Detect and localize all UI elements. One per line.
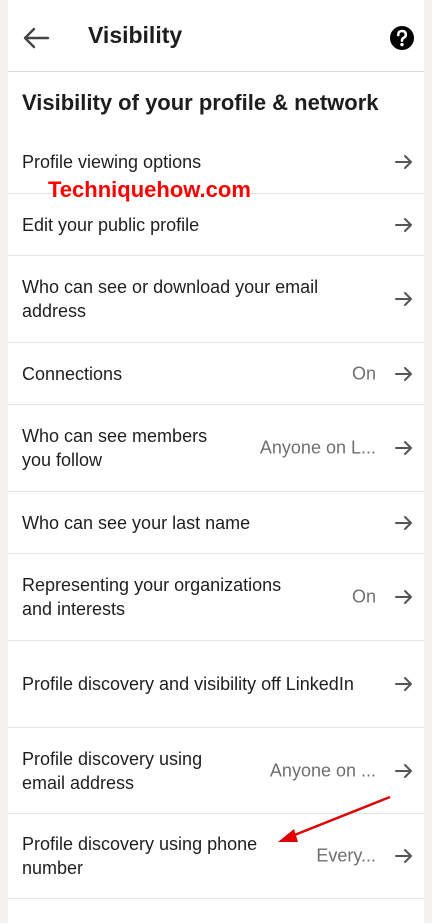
visibility-screen: Visibility Visibility of your profile & … — [8, 0, 424, 923]
annotation-arrow-icon — [278, 795, 391, 842]
